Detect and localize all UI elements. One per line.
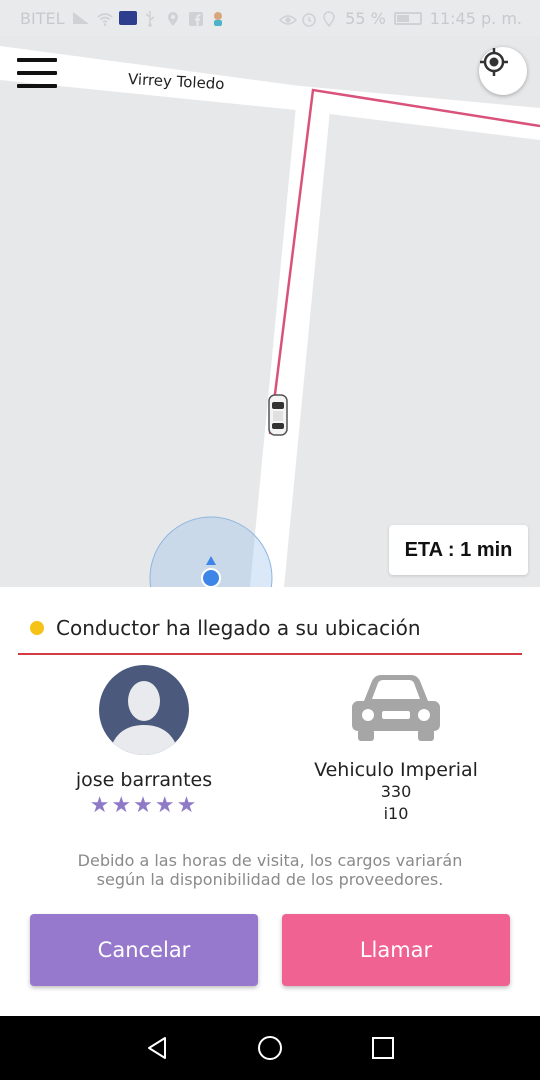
location-icon [323, 11, 337, 28]
driver-car-icon [268, 394, 288, 436]
vehicle-model: i10 [383, 804, 409, 823]
menu-button[interactable] [17, 58, 57, 88]
home-button[interactable] [250, 1028, 290, 1068]
status-dot-icon [30, 621, 44, 635]
cancel-button[interactable]: Cancelar [30, 914, 258, 986]
map-canvas [0, 46, 540, 587]
home-circle-icon [257, 1036, 282, 1060]
ride-status-text: Conductor ha llegado a su ubicación [56, 616, 421, 640]
emoji-notification-icon [211, 11, 225, 26]
notice-line-1: Debido a las horas de visita, los cargos… [77, 851, 463, 870]
status-right: 55 % 11:45 p. m. [279, 9, 522, 28]
wifi-icon [96, 11, 113, 26]
battery-percent: 55 % [345, 8, 386, 28]
pricing-notice: Debido a las horas de visita, los cargos… [40, 851, 500, 889]
road-virrey-toledo [0, 46, 540, 140]
driver-info: jose barrantes ★★★★★ [44, 665, 244, 818]
app-notification-icon [118, 11, 137, 25]
vehicle-name: Vehiculo Imperial [314, 759, 478, 781]
back-triangle-icon [147, 1037, 166, 1059]
my-location-button[interactable] [479, 47, 527, 95]
back-button[interactable] [137, 1028, 177, 1068]
driver-name: jose barrantes [75, 769, 213, 791]
call-button[interactable]: Llamar [282, 914, 510, 986]
alarm-icon [301, 11, 316, 27]
status-left: BITEL [20, 9, 225, 28]
menu-bar [17, 84, 57, 88]
eta-badge: ETA : 1 min [389, 525, 528, 575]
map-view[interactable]: Virrey Toledo ETA : 1 min [0, 36, 540, 587]
recents-square-icon [372, 1037, 395, 1059]
driver-avatar [99, 665, 189, 755]
notice-line-2: según la disponibilidad de los proveedor… [96, 870, 444, 889]
clock: 11:45 p. m. [429, 8, 522, 28]
signal-icon [72, 12, 89, 24]
usb-icon [145, 11, 159, 27]
status-bar: BITEL 55 % 11:45 p. m. [0, 0, 540, 36]
ride-panel: Conductor ha llegado a su ubicación jose… [0, 587, 540, 1016]
system-nav-bar [0, 1016, 540, 1080]
crosshair-icon [480, 48, 508, 76]
facebook-icon [188, 11, 203, 26]
user-location-dot [201, 568, 221, 587]
car-icon [350, 667, 442, 747]
ride-status-bar: Conductor ha llegado a su ubicación [18, 613, 522, 655]
vehicle-number: 330 [380, 782, 412, 801]
recents-button[interactable] [363, 1028, 403, 1068]
road-vertical [250, 106, 330, 587]
battery-icon [393, 11, 422, 25]
eye-icon [279, 11, 298, 25]
vehicle-info: Vehiculo Imperial 330 i10 [296, 667, 496, 825]
menu-bar [17, 58, 57, 62]
driver-rating-stars: ★★★★★ [89, 793, 199, 818]
location-pin-icon [167, 11, 181, 26]
carrier-name: BITEL [20, 8, 65, 28]
person-icon [109, 681, 179, 755]
menu-bar [17, 71, 57, 75]
